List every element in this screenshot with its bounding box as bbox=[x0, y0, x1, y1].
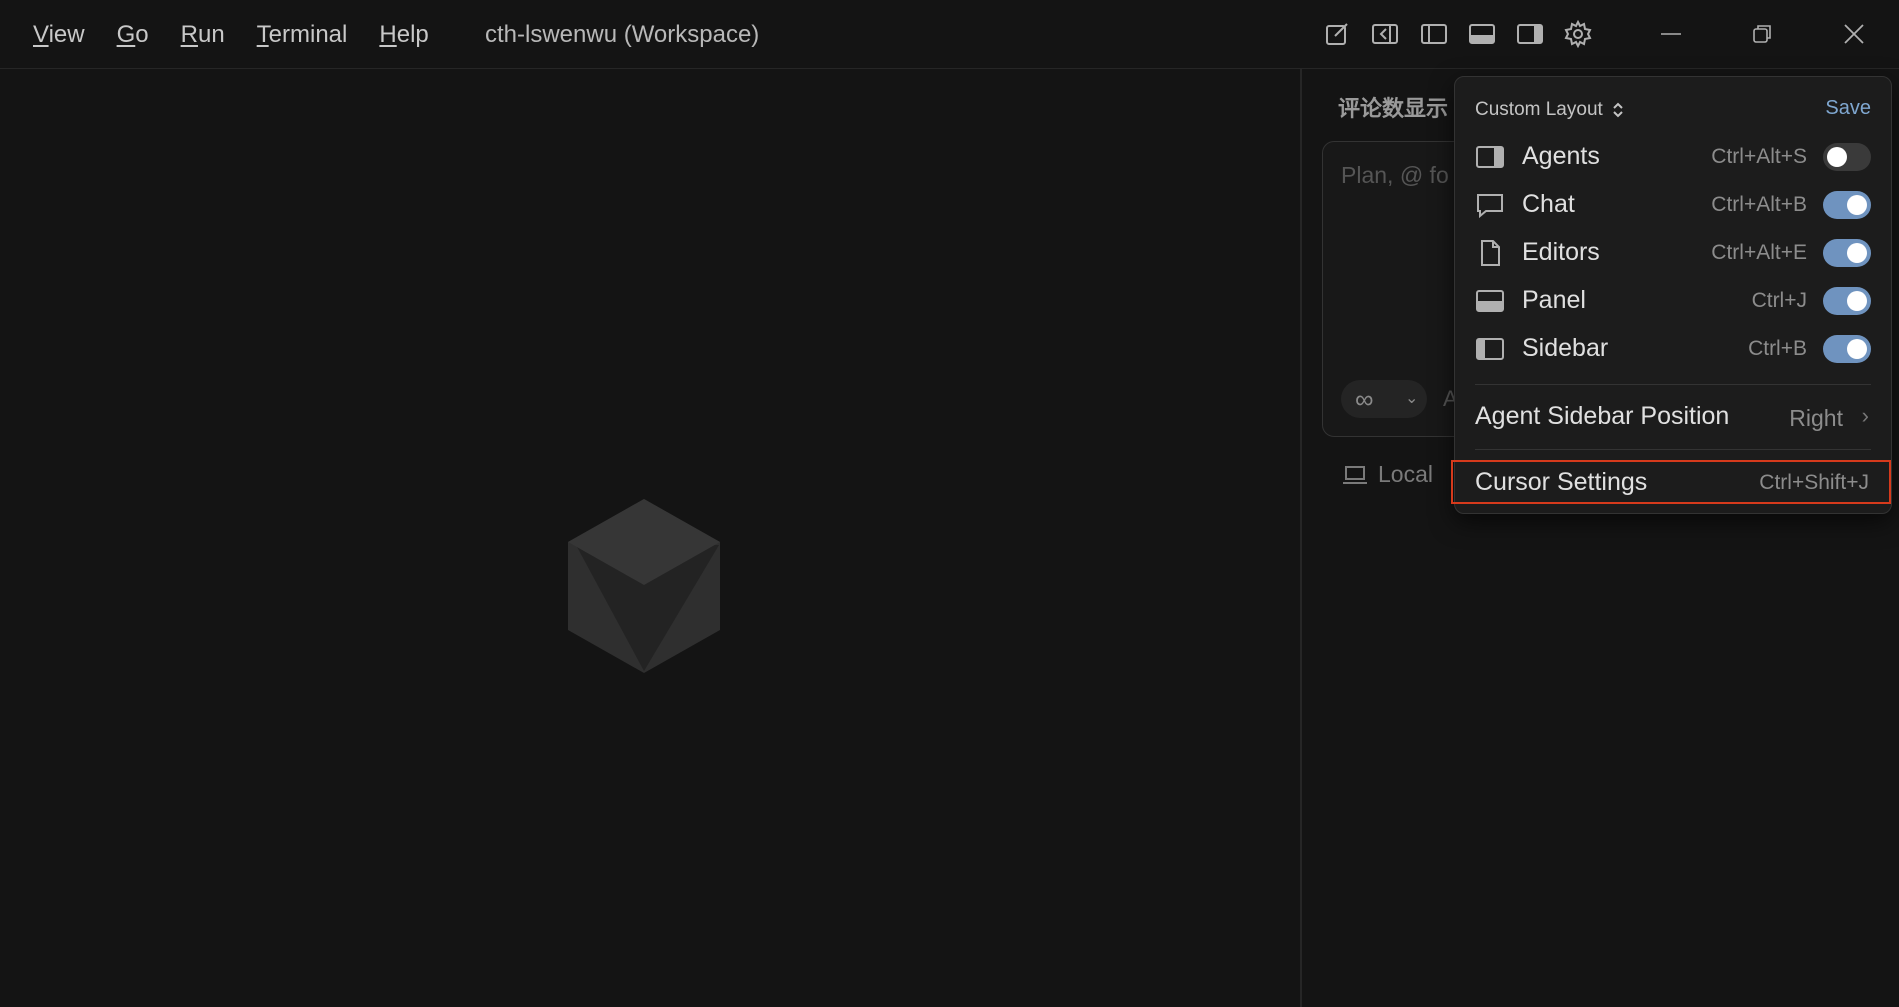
close-icon[interactable] bbox=[1838, 18, 1870, 50]
menu-terminal[interactable]: Terminal bbox=[257, 19, 348, 51]
agent-sidebar-position-value[interactable]: Right bbox=[1789, 405, 1843, 432]
laptop-icon bbox=[1343, 465, 1367, 484]
menu-bar: View Go Run Terminal Help bbox=[33, 19, 461, 51]
layout-name: Custom Layout bbox=[1475, 99, 1603, 120]
menu-separator bbox=[1475, 384, 1871, 385]
editor-area[interactable] bbox=[0, 69, 1300, 1007]
chevron-right-icon: › bbox=[1861, 403, 1869, 428]
shortcut: Ctrl+Shift+J bbox=[1759, 471, 1869, 494]
title-bar: View Go Run Terminal Help cth-lswenwu (W… bbox=[0, 0, 1899, 69]
layout-item-chat[interactable]: Chat Ctrl+Alt+B bbox=[1455, 181, 1891, 229]
menu-go[interactable]: Go bbox=[117, 19, 149, 51]
toggle-sidebar-icon[interactable] bbox=[1420, 20, 1448, 48]
cursor-settings-label: Cursor Settings bbox=[1475, 468, 1648, 496]
layout-selector[interactable]: Custom Layout bbox=[1475, 99, 1625, 121]
chat-toggle[interactable] bbox=[1823, 191, 1871, 219]
layout-item-label: Editors bbox=[1522, 238, 1600, 266]
new-file-icon[interactable] bbox=[1323, 20, 1351, 48]
layout-item-sidebar[interactable]: Sidebar Ctrl+B bbox=[1455, 325, 1891, 373]
shortcut: Ctrl+Alt+E bbox=[1711, 241, 1807, 264]
file-icon bbox=[1475, 239, 1505, 267]
agents-icon bbox=[1475, 143, 1505, 171]
layout-dropdown-menu: Custom Layout Save Agents Ctrl+Alt+S Cha… bbox=[1451, 76, 1892, 514]
chat-title: 评论数显示 bbox=[1338, 96, 1449, 121]
panel-toggle[interactable] bbox=[1823, 287, 1871, 315]
layout-item-label: Chat bbox=[1522, 190, 1575, 218]
local-label: Local bbox=[1378, 461, 1433, 487]
gear-icon[interactable] bbox=[1564, 19, 1592, 49]
layout-item-panel[interactable]: Panel Ctrl+J bbox=[1455, 277, 1891, 325]
layout-item-agents[interactable]: Agents Ctrl+Alt+S bbox=[1455, 133, 1891, 181]
agent-mode-dropdown[interactable]: ∞ ⌄ bbox=[1341, 380, 1427, 418]
layout-item-label: Panel bbox=[1522, 286, 1586, 314]
cursor-settings-item[interactable]: Cursor Settings Ctrl+Shift+J bbox=[1451, 460, 1891, 504]
sidebar-icon bbox=[1475, 335, 1505, 363]
workspace-title: cth-lswenwu (Workspace) bbox=[485, 21, 760, 48]
menu-separator bbox=[1475, 449, 1871, 450]
save-layout-button[interactable]: Save bbox=[1825, 97, 1871, 120]
agent-sidebar-position-label[interactable]: Agent Sidebar Position bbox=[1475, 402, 1729, 431]
layout-item-editors[interactable]: Editors Ctrl+Alt+E bbox=[1455, 229, 1891, 277]
toggle-agents-icon[interactable] bbox=[1371, 20, 1399, 48]
up-down-chevron-icon bbox=[1613, 102, 1623, 118]
chat-bubble-icon bbox=[1475, 191, 1505, 219]
local-environment[interactable]: Local bbox=[1342, 461, 1433, 488]
toggle-panel-icon[interactable] bbox=[1468, 20, 1496, 48]
cursor-logo bbox=[564, 497, 724, 677]
toggle-secondary-sidebar-icon[interactable] bbox=[1516, 20, 1544, 48]
minimize-icon[interactable] bbox=[1655, 18, 1687, 50]
shortcut: Ctrl+J bbox=[1751, 289, 1807, 312]
editors-toggle[interactable] bbox=[1823, 239, 1871, 267]
menu-help[interactable]: Help bbox=[379, 19, 428, 51]
layout-item-label: Agents bbox=[1522, 142, 1600, 170]
shortcut: Ctrl+Alt+S bbox=[1711, 145, 1807, 168]
agents-toggle[interactable] bbox=[1823, 143, 1871, 171]
restore-icon[interactable] bbox=[1746, 18, 1778, 50]
infinity-icon: ∞ bbox=[1355, 384, 1374, 414]
sidebar-toggle[interactable] bbox=[1823, 335, 1871, 363]
chevron-down-icon: ⌄ bbox=[1405, 390, 1419, 407]
chat-placeholder: Plan, @ fo bbox=[1341, 162, 1449, 188]
menu-run[interactable]: Run bbox=[181, 19, 225, 51]
menu-view[interactable]: View bbox=[33, 19, 85, 51]
panel-icon bbox=[1475, 287, 1505, 315]
shortcut: Ctrl+B bbox=[1748, 337, 1807, 360]
shortcut: Ctrl+Alt+B bbox=[1711, 193, 1807, 216]
layout-item-label: Sidebar bbox=[1522, 334, 1609, 362]
